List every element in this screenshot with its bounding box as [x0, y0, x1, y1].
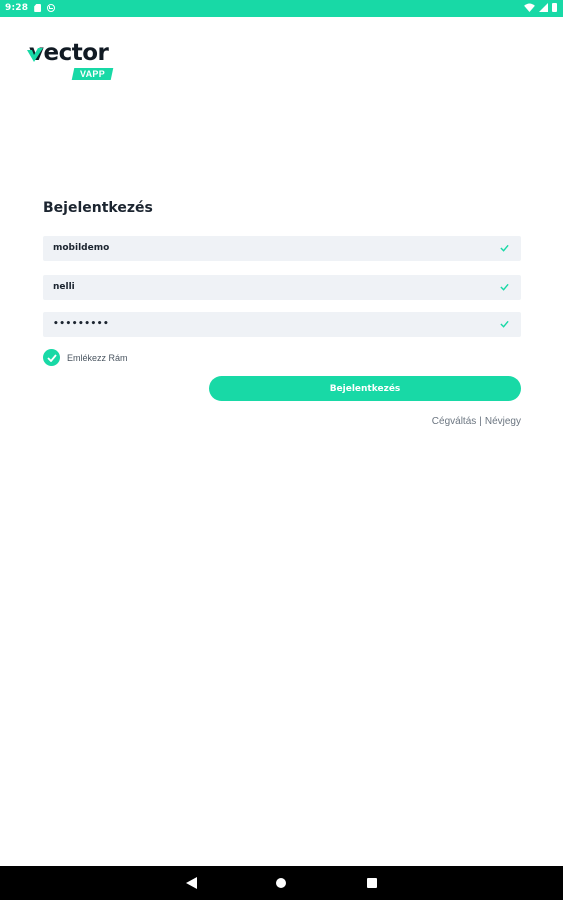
business-card-link[interactable]: Névjegy [485, 416, 521, 427]
status-time: 9:28 [5, 3, 29, 13]
links-separator: | [479, 416, 482, 427]
status-bar: 9:28 [0, 0, 563, 17]
home-icon[interactable] [276, 878, 286, 888]
battery-icon [552, 3, 557, 12]
signal-icon [539, 3, 548, 12]
sd-card-icon [34, 4, 42, 12]
app-logo: vector VAPP [27, 40, 129, 85]
status-left: 9:28 [5, 3, 56, 13]
password-value: ••••••••• [53, 319, 110, 329]
checkmark-icon [46, 353, 57, 362]
company-valid-check-icon [500, 283, 509, 291]
logo-badge-text: VAPP [79, 69, 106, 79]
company-value: nelli [53, 282, 75, 292]
status-right [524, 3, 557, 12]
password-valid-check-icon [500, 320, 509, 328]
footer-links: Cégváltás | Névjegy [432, 416, 521, 427]
recents-icon[interactable] [367, 878, 377, 888]
back-icon[interactable] [186, 877, 197, 889]
username-valid-check-icon [500, 244, 509, 252]
username-field[interactable]: mobildemo [43, 236, 521, 261]
login-button[interactable]: Bejelentkezés [209, 376, 521, 401]
sync-icon [47, 4, 56, 12]
username-value: mobildemo [53, 243, 110, 253]
logo-check-icon [27, 48, 43, 62]
remember-me-checkbox[interactable] [43, 349, 60, 366]
company-field[interactable]: nelli [43, 275, 521, 300]
remember-me-label: Emlékezz Rám [67, 352, 128, 363]
remember-me-row[interactable]: Emlékezz Rám [43, 349, 128, 366]
password-field[interactable]: ••••••••• [43, 312, 521, 337]
wifi-icon [524, 3, 535, 12]
switch-company-link[interactable]: Cégváltás [432, 416, 476, 427]
navigation-bar [0, 866, 563, 900]
login-screen: 9:28 vector VAPP Bejelentkezés mobildemo [0, 0, 563, 900]
logo-badge: VAPP [71, 68, 114, 80]
login-title: Bejelentkezés [43, 200, 153, 216]
